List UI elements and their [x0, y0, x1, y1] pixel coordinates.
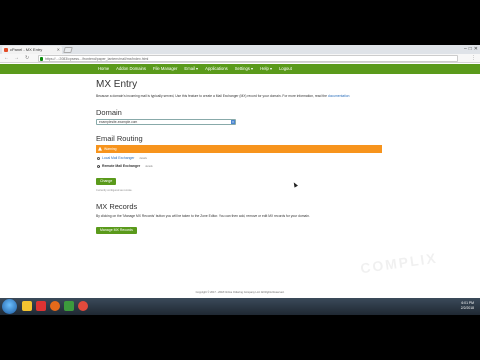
clock-date: 2/2/2018 — [460, 306, 474, 310]
warning-text: Warning — [104, 146, 117, 151]
browser-menu-icon[interactable]: ⋮ — [471, 55, 476, 62]
local-mx-option[interactable]: Local Mail Exchanger details — [96, 156, 386, 161]
chevron-down-icon: ▾ — [231, 119, 235, 124]
description-text: Because a domain's incoming mail is typi… — [96, 94, 327, 98]
firefox-icon[interactable] — [50, 301, 60, 311]
page-title: MX Entry — [96, 79, 138, 90]
nav-links: Home Addon Domains File Manager Email ▾ … — [98, 64, 292, 74]
mx-records-heading: MX Records — [96, 201, 138, 211]
page-footer: Copyright © 2017 - 2018 Online Ordering … — [195, 291, 285, 294]
email-routing-heading: Email Routing — [96, 133, 143, 143]
lock-icon — [40, 57, 43, 61]
nav-help[interactable]: Help ▾ — [260, 64, 272, 74]
cpanel-favicon-icon — [4, 48, 8, 52]
minimize-button[interactable]: – — [464, 45, 467, 54]
manage-mx-records-button[interactable]: Manage MX Records — [96, 227, 137, 235]
page-description: Because a domain's incoming mail is typi… — [96, 94, 386, 99]
mx-records-description: By clicking on the 'Manage MX Records' b… — [96, 213, 310, 218]
nav-applications[interactable]: Applications — [205, 64, 228, 74]
main-content: MX Entry Because a domain's incoming mai… — [96, 79, 386, 236]
remote-mx-label: Remote Mail Exchanger — [102, 163, 141, 168]
nav-logout[interactable]: Logout — [279, 64, 292, 74]
browser-tab[interactable]: cPanel - MX Entry ✕ — [2, 46, 62, 54]
domain-selected-value: examplesite-example.com — [99, 119, 138, 124]
remote-mx-radio[interactable] — [97, 164, 100, 168]
warning-icon — [98, 146, 102, 151]
local-mx-radio[interactable] — [97, 156, 100, 160]
nav-email[interactable]: Email ▾ — [184, 64, 198, 74]
local-mx-label: Local Mail Exchanger — [102, 155, 135, 160]
site-nav-bar: Home Addon Domains File Manager Email ▾ … — [0, 64, 480, 74]
warning-banner: Warning — [96, 144, 382, 153]
file-explorer-icon[interactable] — [22, 301, 32, 311]
video-frame: cPanel - MX Entry ✕ – □ ✕ ← → ↻ https://… — [0, 0, 480, 360]
app-icon-green[interactable] — [64, 301, 74, 311]
remote-mx-option[interactable]: Remote Mail Exchanger details — [96, 164, 386, 169]
window-controls: – □ ✕ — [464, 45, 478, 54]
nav-home[interactable]: Home — [98, 64, 109, 74]
clock[interactable]: 6:01 PM 2/2/2018 — [461, 301, 474, 311]
close-window-button[interactable]: ✕ — [474, 45, 478, 54]
app-icon-red[interactable] — [36, 301, 46, 311]
back-arrow-icon[interactable]: ← — [4, 55, 9, 62]
tab-bar: cPanel - MX Entry ✕ – □ ✕ — [0, 45, 480, 54]
forward-arrow-icon[interactable]: → — [14, 55, 19, 62]
address-bar-row: ← → ↻ https://...:2083/cpsess.../fronten… — [0, 54, 480, 63]
tab-title: cPanel - MX Entry — [10, 47, 43, 52]
nav-settings[interactable]: Settings ▾ — [235, 64, 253, 74]
close-tab-icon[interactable]: ✕ — [57, 46, 60, 54]
browser-window: cPanel - MX Entry ✕ – □ ✕ ← → ↻ https://… — [0, 45, 480, 315]
local-mx-details[interactable]: details — [139, 157, 147, 160]
url-input[interactable]: https://...:2083/cpsess.../frontend/pape… — [38, 55, 458, 62]
url-text: https://...:2083/cpsess.../frontend/pape… — [45, 57, 149, 61]
nav-addon-domains[interactable]: Addon Domains — [116, 64, 146, 74]
routing-note: Currently configured as remote. — [96, 188, 133, 192]
domain-heading: Domain — [96, 107, 122, 117]
start-button[interactable] — [2, 299, 17, 314]
nav-file-manager[interactable]: File Manager — [153, 64, 177, 74]
taskbar: 6:01 PM 2/2/2018 — [0, 298, 480, 315]
reload-icon[interactable]: ↻ — [25, 55, 29, 62]
new-tab-button[interactable] — [63, 47, 73, 53]
documentation-link[interactable]: documentation — [328, 94, 350, 98]
chrome-icon[interactable] — [78, 301, 88, 311]
maximize-button[interactable]: □ — [469, 45, 472, 54]
remote-mx-details[interactable]: details — [145, 165, 153, 168]
change-button[interactable]: Change — [96, 177, 117, 185]
domain-select[interactable]: examplesite-example.com ▾ — [96, 118, 236, 125]
